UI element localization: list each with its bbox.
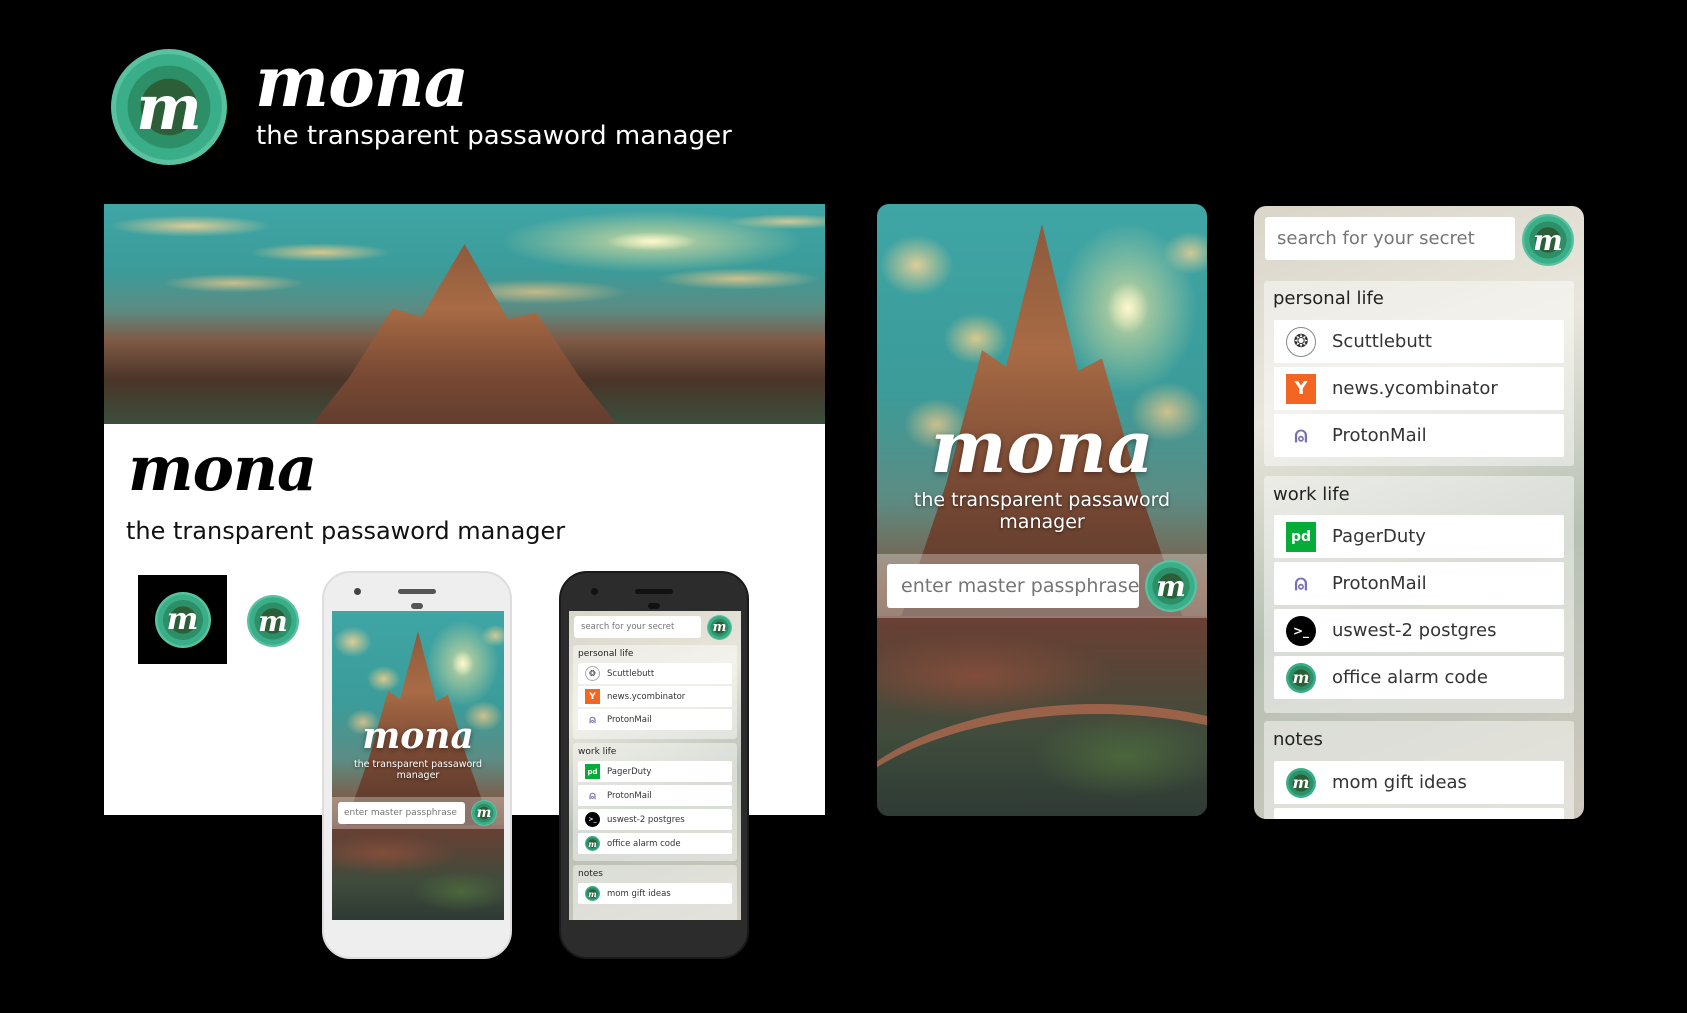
list-item-pagerduty[interactable]: pd PagerDuty bbox=[578, 761, 732, 782]
terminal-icon: >_ bbox=[585, 812, 600, 827]
section-title: work life bbox=[578, 747, 617, 757]
mona-icon: m bbox=[585, 836, 600, 851]
mona-menu-button[interactable]: m bbox=[707, 615, 732, 640]
list-item-partial[interactable] bbox=[1274, 808, 1564, 819]
scuttlebutt-icon: ❂ bbox=[585, 666, 600, 681]
banner-painting bbox=[104, 204, 825, 424]
login-title: mona bbox=[362, 715, 474, 757]
pagerduty-icon: pd bbox=[1286, 521, 1316, 552]
section-title: notes bbox=[1273, 729, 1323, 750]
phone-white-screen: mona the transparent passaword manager m bbox=[332, 611, 504, 920]
secret-list-screen: m personal life ❂ Scuttlebutt Y news.yco… bbox=[569, 611, 741, 920]
list-item-postgres[interactable]: >_ uswest-2 postgres bbox=[578, 809, 732, 830]
login-screen-large: mona the transparent passaword manager m bbox=[877, 204, 1207, 816]
protonmail-icon: ⍝ bbox=[585, 712, 600, 727]
section-title: personal life bbox=[1273, 288, 1384, 309]
list-item-office-alarm[interactable]: m office alarm code bbox=[578, 833, 732, 854]
protonmail-icon: ⍝ bbox=[1286, 568, 1316, 599]
list-item-mom-gift[interactable]: m mom gift ideas bbox=[578, 883, 732, 904]
list-item-protonmail[interactable]: ⍝ ProtonMail bbox=[578, 785, 732, 806]
desktop-subtitle: the transparent passaword manager bbox=[126, 517, 566, 545]
mona-icon: m bbox=[585, 886, 600, 901]
pagerduty-icon: pd bbox=[585, 764, 600, 779]
desktop-title: mona bbox=[128, 432, 317, 505]
section-notes: notes m mom gift ideas bbox=[1264, 721, 1574, 819]
phone-black-screen: m personal life ❂ Scuttlebutt Y news.yco… bbox=[569, 611, 741, 920]
section-personal-life: personal life ❂ Scuttlebutt Y news.ycomb… bbox=[573, 645, 737, 739]
section-work-life: work life pd PagerDuty ⍝ ProtonMail >_ u… bbox=[573, 743, 737, 861]
section-personal-life: personal life ❂ Scuttlebutt Y news.ycomb… bbox=[1264, 281, 1574, 466]
mona-icon: m bbox=[1286, 662, 1316, 693]
list-item-scuttlebutt[interactable]: ❂ Scuttlebutt bbox=[578, 663, 732, 684]
ycombinator-icon: Y bbox=[585, 689, 600, 704]
phone-camera bbox=[591, 588, 598, 595]
unlock-button[interactable]: m bbox=[471, 800, 497, 826]
login-subtitle: the transparent passaword manager bbox=[913, 489, 1171, 533]
section-title: personal life bbox=[578, 649, 634, 659]
list-item-pagerduty[interactable]: pd PagerDuty bbox=[1274, 515, 1564, 558]
list-item-protonmail[interactable]: ⍝ ProtonMail bbox=[578, 709, 732, 730]
login-subtitle: the transparent passaword manager bbox=[353, 759, 483, 781]
list-item-postgres[interactable]: >_ uswest-2 postgres bbox=[1274, 609, 1564, 652]
list-item-office-alarm[interactable]: m office alarm code bbox=[1274, 656, 1564, 699]
logo-letter: m bbox=[136, 70, 202, 144]
header-subtitle: the transparent passaword manager bbox=[256, 121, 732, 151]
phone-camera bbox=[354, 588, 361, 595]
phone-sensor bbox=[411, 603, 423, 609]
phone-black-mockup: m personal life ❂ Scuttlebutt Y news.yco… bbox=[559, 571, 749, 959]
list-item-protonmail[interactable]: ⍝ ProtonMail bbox=[1274, 414, 1564, 457]
search-input[interactable] bbox=[574, 616, 701, 638]
section-work-life: work life pd PagerDuty ⍝ ProtonMail >_ u… bbox=[1264, 476, 1574, 713]
ycombinator-icon: Y bbox=[1286, 373, 1316, 404]
mona-icon: m bbox=[1286, 767, 1316, 798]
list-item-scuttlebutt[interactable]: ❂ Scuttlebutt bbox=[1274, 320, 1564, 363]
phone-white-mockup: mona the transparent passaword manager m bbox=[322, 571, 512, 959]
list-item-mom-gift[interactable]: m mom gift ideas bbox=[1274, 761, 1564, 804]
ground-shape bbox=[332, 825, 504, 920]
scuttlebutt-icon: ❂ bbox=[1286, 326, 1316, 357]
protonmail-icon: ⍝ bbox=[1286, 420, 1316, 451]
phone-speaker bbox=[635, 589, 673, 594]
logo-icon: m bbox=[154, 591, 211, 648]
app-icon-square: m bbox=[138, 575, 227, 664]
login-title: mona bbox=[930, 404, 1154, 489]
phone-sensor bbox=[648, 603, 660, 609]
secret-list-screen-large: m personal life ❂ Scuttlebutt Y news.yco… bbox=[1254, 206, 1584, 819]
terminal-icon: >_ bbox=[1286, 615, 1316, 646]
mona-menu-button[interactable]: m bbox=[1522, 214, 1574, 266]
app-icon-round: m bbox=[247, 595, 299, 647]
section-notes: notes m mom gift ideas bbox=[573, 865, 737, 920]
section-title: notes bbox=[578, 869, 603, 879]
unlock-button[interactable]: m bbox=[1145, 560, 1197, 612]
header-title: mona bbox=[255, 40, 469, 123]
search-input[interactable] bbox=[1265, 217, 1515, 260]
list-item-ycombinator[interactable]: Y news.ycombinator bbox=[578, 686, 732, 707]
section-title: work life bbox=[1273, 484, 1350, 505]
passphrase-input[interactable] bbox=[887, 564, 1139, 608]
protonmail-icon: ⍝ bbox=[585, 788, 600, 803]
header-logo-icon: m bbox=[111, 49, 227, 165]
passphrase-input[interactable] bbox=[338, 802, 465, 824]
mountain-shape bbox=[284, 244, 645, 424]
phone-speaker bbox=[398, 589, 436, 594]
list-item-protonmail[interactable]: ⍝ ProtonMail bbox=[1274, 562, 1564, 605]
list-item-ycombinator[interactable]: Y news.ycombinator bbox=[1274, 367, 1564, 410]
